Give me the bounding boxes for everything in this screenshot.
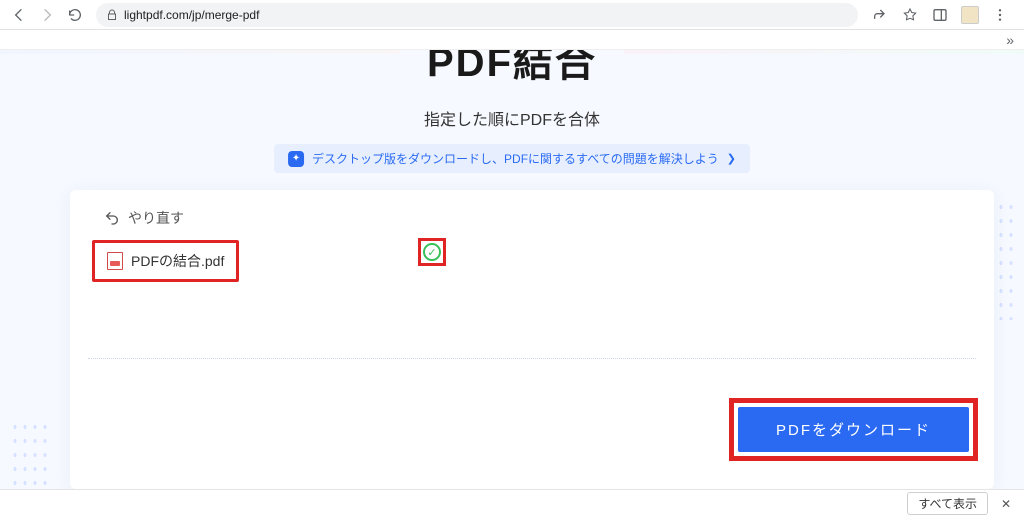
reload-icon bbox=[67, 7, 83, 23]
arrow-right-icon bbox=[39, 7, 55, 23]
chevron-right-icon: ❯ bbox=[727, 152, 736, 165]
result-card: やり直す PDFの結合.pdf ✓ PDFをダウンロード bbox=[70, 190, 994, 489]
redo-label: やり直す bbox=[128, 208, 184, 228]
url-text: lightpdf.com/jp/merge-pdf bbox=[124, 8, 259, 22]
profile-button[interactable] bbox=[960, 5, 980, 25]
status-mark: ✓ bbox=[418, 238, 446, 266]
close-infobar-button[interactable]: ✕ bbox=[996, 497, 1016, 511]
overflow-row: » bbox=[0, 30, 1024, 50]
undo-icon bbox=[104, 210, 120, 226]
sparkle-icon: ✦ bbox=[288, 151, 304, 167]
dots-decoration bbox=[10, 420, 52, 489]
decoration bbox=[0, 50, 400, 54]
back-button[interactable] bbox=[8, 4, 30, 26]
reload-button[interactable] bbox=[64, 4, 86, 26]
menu-button[interactable] bbox=[990, 5, 1010, 25]
pdf-file-icon bbox=[107, 252, 123, 270]
divider bbox=[88, 358, 976, 359]
avatar-icon bbox=[961, 6, 979, 24]
overflow-chevrons-icon[interactable]: » bbox=[1006, 32, 1014, 48]
browser-toolbar: lightpdf.com/jp/merge-pdf bbox=[0, 0, 1024, 30]
star-icon bbox=[902, 7, 918, 23]
file-row: PDFの結合.pdf ✓ bbox=[92, 238, 972, 284]
file-name: PDFの結合.pdf bbox=[131, 251, 224, 271]
page-title: PDF結合 bbox=[427, 50, 597, 88]
file-chip[interactable]: PDFの結合.pdf bbox=[92, 240, 239, 282]
close-icon: ✕ bbox=[1001, 497, 1011, 511]
kebab-icon bbox=[992, 7, 1008, 23]
forward-button[interactable] bbox=[36, 4, 58, 26]
download-highlight: PDFをダウンロード bbox=[729, 398, 978, 461]
address-bar[interactable]: lightpdf.com/jp/merge-pdf bbox=[96, 3, 858, 27]
arrow-left-icon bbox=[11, 7, 27, 23]
promo-text: デスクトップ版をダウンロードし、PDFに関するすべての問題を解決しよう bbox=[312, 150, 719, 167]
share-button[interactable] bbox=[870, 5, 890, 25]
lock-icon bbox=[106, 9, 118, 21]
panel-icon bbox=[932, 7, 948, 23]
decoration bbox=[624, 50, 1024, 54]
page-subtitle: 指定した順にPDFを合体 bbox=[424, 106, 600, 130]
success-check-icon: ✓ bbox=[423, 243, 441, 261]
browser-actions bbox=[864, 5, 1016, 25]
share-icon bbox=[872, 7, 888, 23]
side-panel-button[interactable] bbox=[930, 5, 950, 25]
download-infobar: すべて表示 ✕ bbox=[0, 489, 1024, 517]
show-all-button[interactable]: すべて表示 bbox=[907, 492, 988, 515]
redo-button[interactable]: やり直す bbox=[104, 208, 972, 228]
download-pdf-button[interactable]: PDFをダウンロード bbox=[738, 407, 969, 452]
bookmark-button[interactable] bbox=[900, 5, 920, 25]
promo-banner[interactable]: ✦ デスクトップ版をダウンロードし、PDFに関するすべての問題を解決しよう ❯ bbox=[274, 144, 750, 173]
page-content: PDF結合 指定した順にPDFを合体 ✦ デスクトップ版をダウンロードし、PDF… bbox=[0, 50, 1024, 489]
